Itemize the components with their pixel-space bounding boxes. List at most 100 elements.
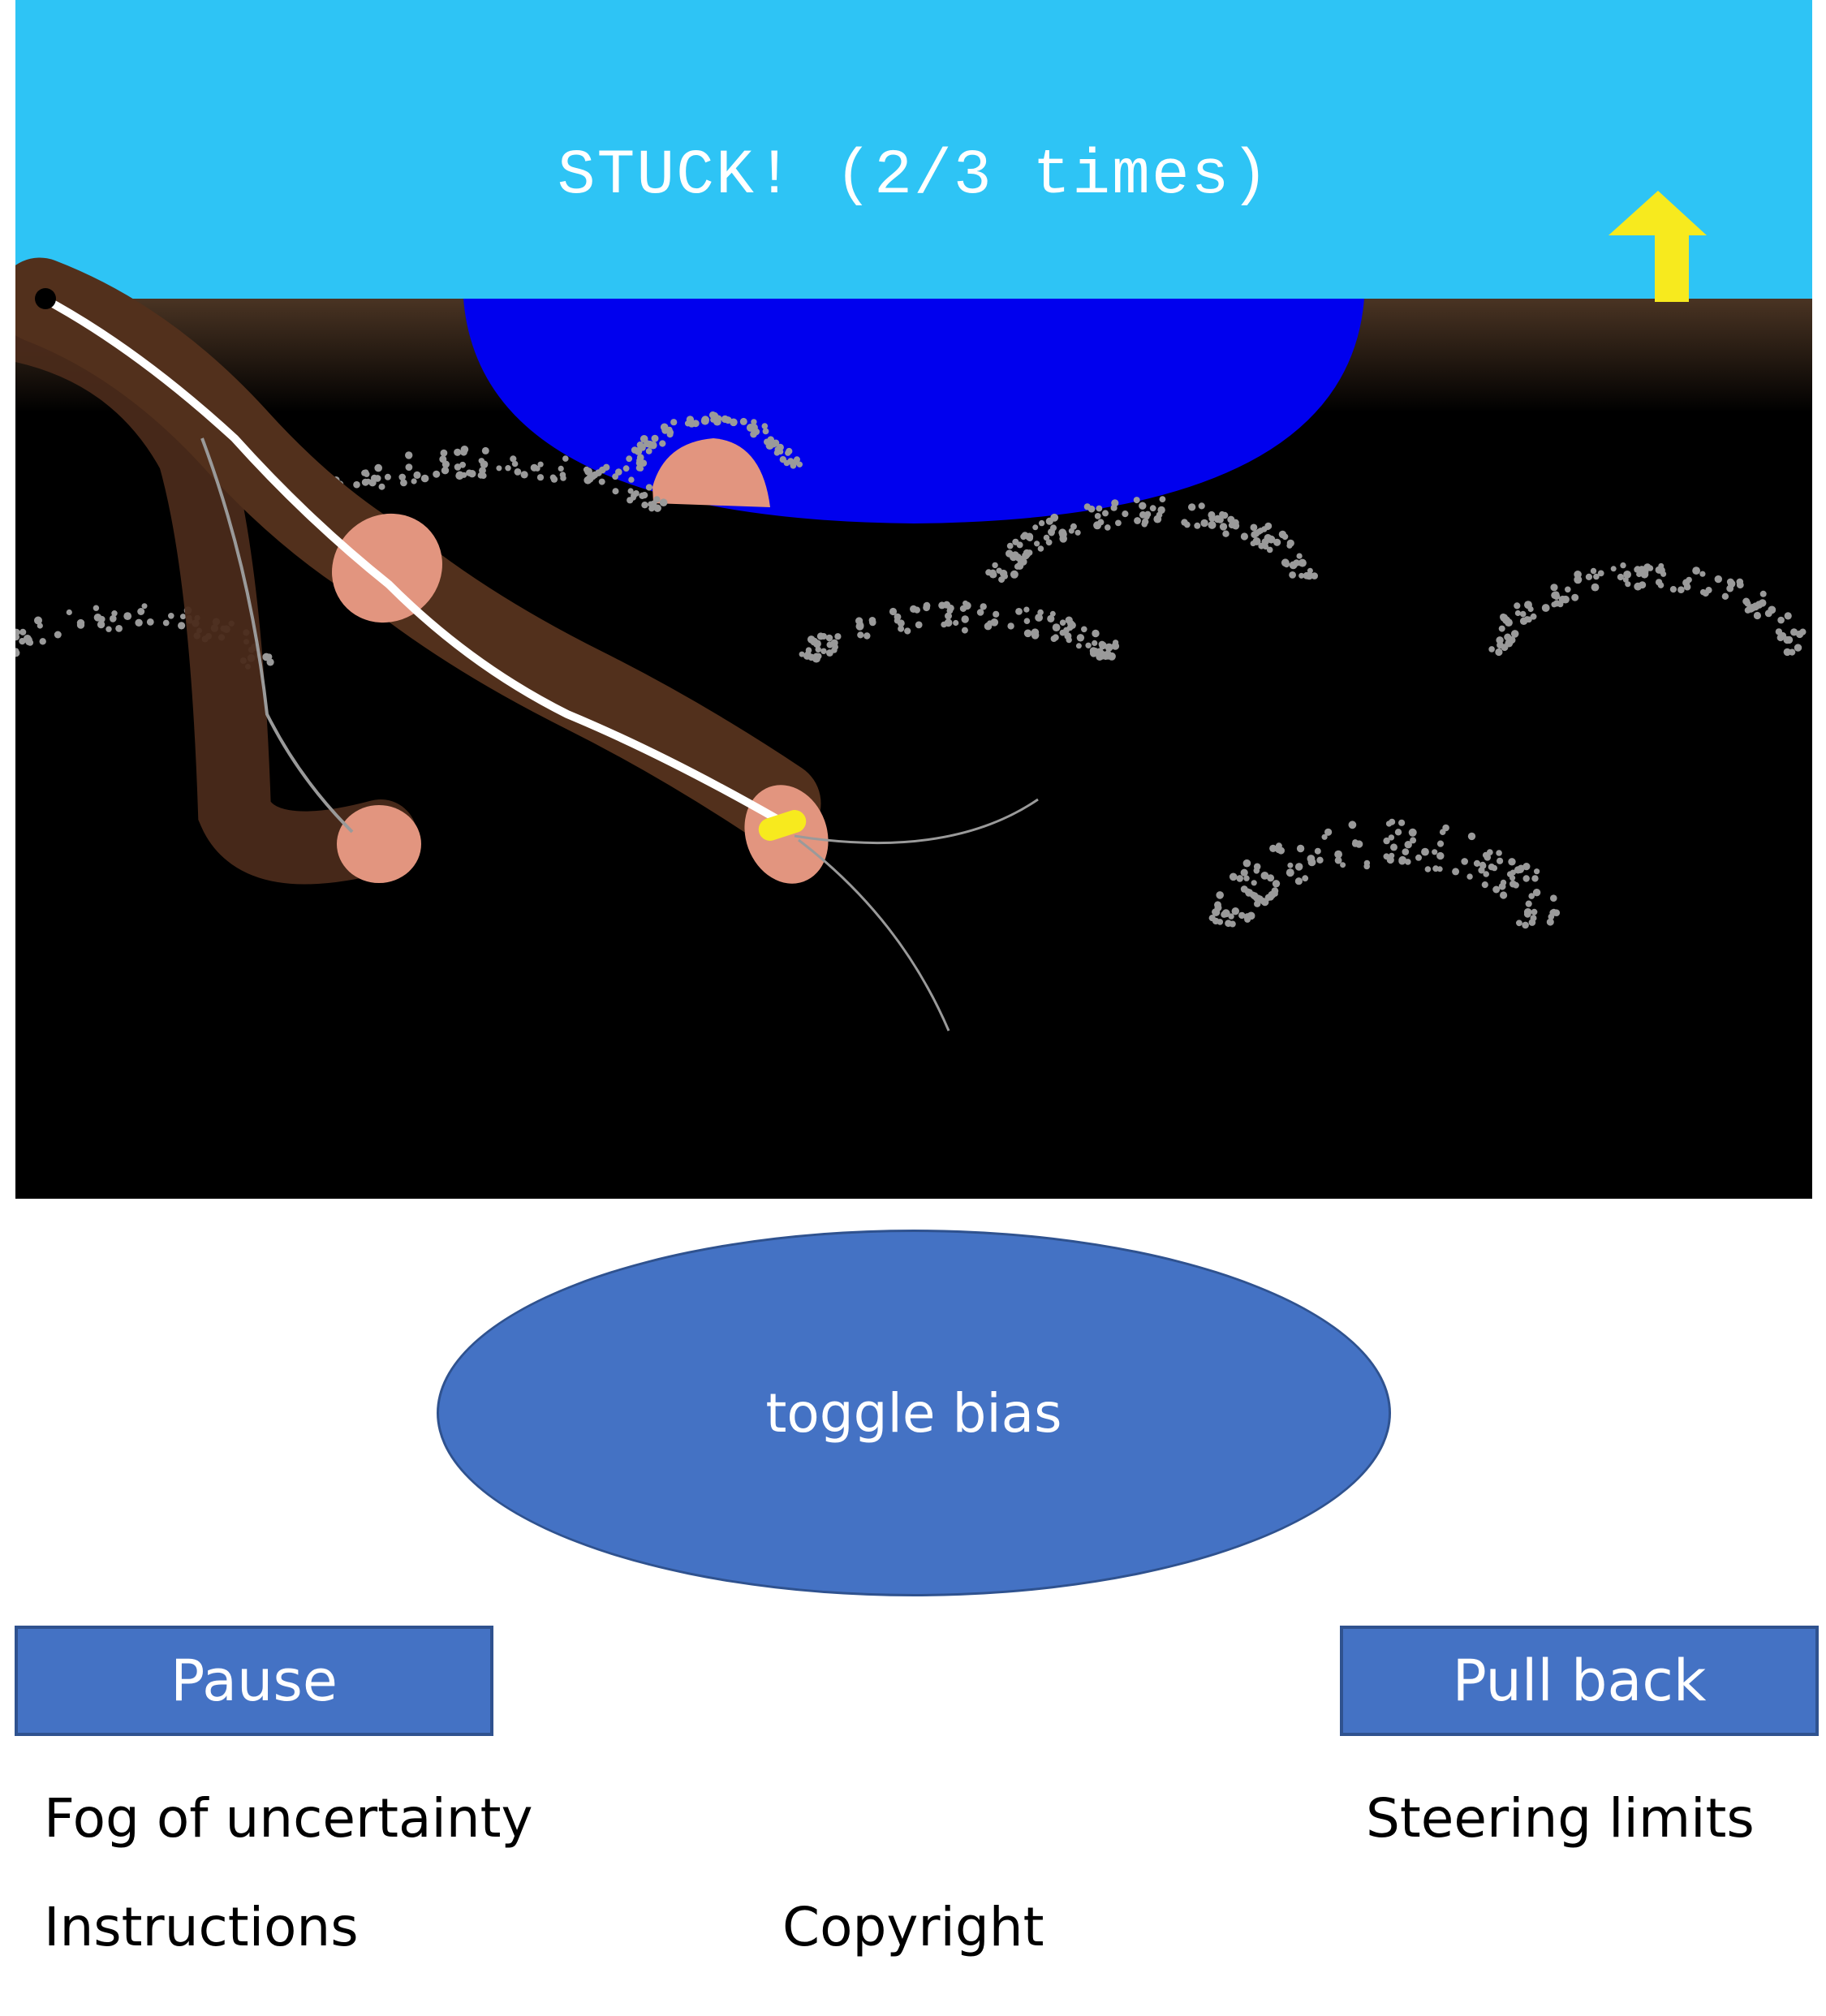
fog-dot bbox=[1254, 900, 1261, 907]
fog-dot bbox=[631, 446, 639, 454]
fog-dot bbox=[1522, 875, 1530, 882]
fog-dot bbox=[1531, 875, 1539, 882]
fog-dot bbox=[1528, 893, 1535, 899]
fog-dot bbox=[584, 467, 592, 476]
fog-dot bbox=[591, 471, 599, 479]
fog-dot bbox=[454, 448, 462, 456]
instructions-link[interactable]: Instructions bbox=[44, 1901, 359, 1954]
fog-dot bbox=[1541, 604, 1550, 612]
fog-dot bbox=[1214, 901, 1221, 909]
fog-dot bbox=[1421, 847, 1429, 856]
fog-dot bbox=[1037, 545, 1044, 552]
fog-dot bbox=[1415, 854, 1422, 861]
fog-dot bbox=[1052, 634, 1059, 641]
fog-dot bbox=[1010, 570, 1019, 579]
fog-dot bbox=[1500, 613, 1507, 621]
fog-dot bbox=[1085, 642, 1092, 648]
fog-dot bbox=[644, 440, 651, 448]
fog-dot bbox=[1593, 573, 1600, 580]
fog-dot bbox=[1497, 641, 1504, 649]
fog-dot bbox=[659, 440, 666, 447]
fog-dot bbox=[1705, 587, 1712, 594]
fog-dot bbox=[1530, 613, 1537, 620]
fog-dot bbox=[1144, 510, 1152, 518]
fog-dot bbox=[762, 428, 769, 435]
fog-dot bbox=[855, 617, 863, 625]
fog-dot bbox=[794, 456, 800, 463]
pause-button[interactable]: Pause bbox=[15, 1626, 493, 1736]
fog-dot bbox=[1565, 586, 1571, 593]
fog-dot bbox=[1272, 880, 1281, 888]
copyright-link[interactable]: Copyright bbox=[782, 1901, 1044, 1954]
fog-dot bbox=[1011, 551, 1019, 559]
fog-dot bbox=[1066, 636, 1072, 644]
fog-dot bbox=[1238, 911, 1246, 920]
fog-dot bbox=[1228, 522, 1235, 529]
fog-dot bbox=[455, 472, 464, 480]
fog-dot bbox=[1348, 821, 1357, 829]
fog-dot bbox=[1240, 885, 1248, 893]
pause-label: Pause bbox=[170, 1648, 338, 1714]
fog-dot bbox=[1307, 858, 1316, 867]
fog-dot bbox=[1759, 590, 1767, 597]
fog-dot bbox=[1699, 571, 1706, 577]
fog-dot bbox=[135, 618, 143, 627]
fog-dot bbox=[1250, 523, 1258, 532]
fog-dot bbox=[1015, 608, 1023, 615]
fog-dot bbox=[1519, 610, 1527, 618]
toggle-bias-button[interactable]: toggle bias bbox=[437, 1230, 1391, 1596]
fog-dot bbox=[420, 474, 429, 483]
fog-dot bbox=[913, 606, 920, 614]
fog-dot bbox=[1038, 519, 1045, 527]
fog-link[interactable]: Fog of uncertainty bbox=[44, 1792, 533, 1846]
fog-dot bbox=[1784, 612, 1792, 620]
fog-dot bbox=[834, 633, 842, 640]
fog-dot bbox=[1111, 499, 1119, 507]
fog-dot bbox=[1424, 866, 1432, 872]
fog-dot bbox=[1548, 913, 1555, 920]
fog-dot bbox=[1074, 529, 1081, 536]
fog-dot bbox=[992, 562, 998, 569]
fog-dot bbox=[1212, 917, 1220, 925]
fog-dot bbox=[650, 500, 657, 507]
fog-dot bbox=[1794, 644, 1802, 652]
pull-back-button[interactable]: Pull back bbox=[1340, 1626, 1819, 1736]
fog-dot bbox=[110, 614, 117, 622]
fog-dot bbox=[1113, 640, 1119, 646]
fog-dot bbox=[405, 451, 413, 459]
fog-dot bbox=[1024, 551, 1031, 558]
fog-dot bbox=[1068, 621, 1076, 629]
fog-dot bbox=[1759, 599, 1767, 607]
fog-dot bbox=[1517, 864, 1525, 872]
game-canvas[interactable]: STUCK! (2/3 times) bbox=[15, 0, 1812, 1199]
fog-dot bbox=[612, 473, 618, 480]
fog-dot bbox=[1295, 863, 1303, 870]
fog-dot bbox=[454, 463, 462, 471]
fog-dot bbox=[1467, 832, 1476, 841]
fog-dot bbox=[1240, 868, 1248, 877]
fog-dot bbox=[803, 652, 812, 660]
fog-dot bbox=[1266, 546, 1273, 554]
fog-dot bbox=[1251, 880, 1257, 886]
fog-dot bbox=[1058, 528, 1067, 537]
fog-dot bbox=[1105, 524, 1111, 531]
fog-dot bbox=[1390, 843, 1397, 851]
fog-dot bbox=[1269, 844, 1277, 852]
fog-dot bbox=[1016, 541, 1023, 549]
fog-dot bbox=[123, 612, 132, 620]
fog-dot bbox=[1509, 875, 1516, 881]
fog-dot bbox=[1777, 616, 1785, 624]
fog-dot bbox=[1498, 625, 1505, 632]
fog-dot bbox=[1139, 502, 1147, 510]
fog-dot bbox=[1212, 908, 1219, 915]
fog-dot bbox=[440, 449, 448, 457]
fog-dot bbox=[1092, 629, 1100, 638]
fog-dot bbox=[1081, 626, 1087, 633]
fog-dot bbox=[1785, 635, 1794, 644]
fog-dot bbox=[1498, 882, 1506, 890]
fog-dot bbox=[146, 618, 154, 626]
fog-dot bbox=[984, 622, 993, 631]
fog-dot bbox=[1726, 578, 1734, 586]
fog-dot bbox=[1188, 503, 1195, 510]
steering-link[interactable]: Steering limits bbox=[1366, 1792, 1755, 1846]
